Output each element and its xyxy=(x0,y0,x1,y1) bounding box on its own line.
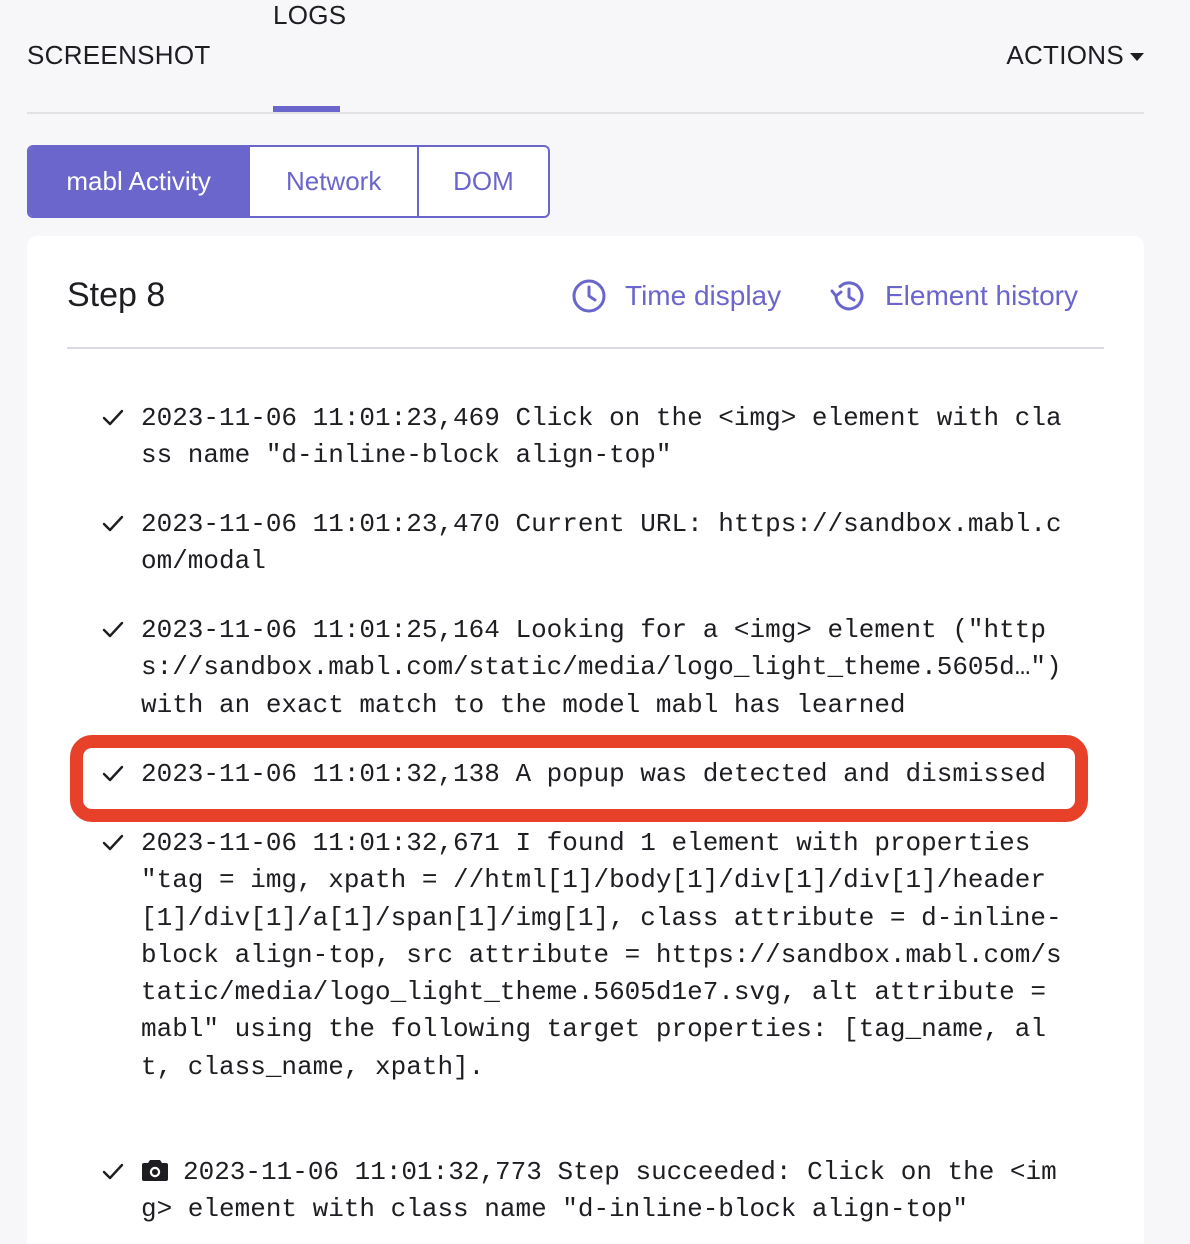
log-type-switcher: mabl Activity Network DOM xyxy=(27,145,550,218)
check-icon xyxy=(102,409,124,426)
log-entry: 2023-11-06 11:01:23,469 Click on the <im… xyxy=(101,400,1081,475)
check-icon xyxy=(102,1163,124,1180)
clock-icon xyxy=(572,279,606,313)
time-display-label: Time display xyxy=(625,280,782,311)
log-entry-text: 2023-11-06 11:01:25,164 Looking for a <i… xyxy=(141,615,1078,720)
header-divider xyxy=(67,347,1104,349)
log-entry: 2023-11-06 11:01:23,470 Current URL: htt… xyxy=(101,506,1081,581)
log-entry: 2023-11-06 11:01:32,671 I found 1 elemen… xyxy=(101,825,1081,1086)
log-entry-text: 2023-11-06 11:01:32,773 Step succeeded: … xyxy=(141,1157,1057,1225)
active-tab-indicator xyxy=(273,106,340,112)
segment-mabl-activity[interactable]: mabl Activity xyxy=(29,147,249,216)
log-entry-text: 2023-11-06 11:01:23,469 Click on the <im… xyxy=(141,403,1062,471)
segment-network[interactable]: Network xyxy=(248,147,417,216)
element-history-label: Element history xyxy=(885,280,1078,311)
tab-screenshot[interactable]: SCREENSHOT xyxy=(27,40,211,71)
logs-panel: SCREENSHOT LOGS ACTIONS mabl Activity Ne… xyxy=(0,0,1190,1244)
check-icon xyxy=(102,515,124,532)
log-entry-text-wrapper: 2023-11-06 11:01:32,773 Step succeeded: … xyxy=(141,1154,1066,1229)
time-display-button[interactable]: Time display xyxy=(571,278,781,314)
actions-label: ACTIONS xyxy=(1006,40,1124,70)
actions-menu-button[interactable]: ACTIONS xyxy=(1006,40,1144,71)
log-entry-text: 2023-11-06 11:01:23,470 Current URL: htt… xyxy=(141,509,1062,577)
tab-logs[interactable]: LOGS xyxy=(273,0,1190,31)
segment-dom[interactable]: DOM xyxy=(417,147,548,216)
check-icon xyxy=(102,621,124,638)
element-history-button[interactable]: Element history xyxy=(829,278,1078,314)
history-icon xyxy=(830,281,864,311)
step-title: Step 8 xyxy=(67,276,166,314)
log-entry: 2023-11-06 11:01:32,773 Step succeeded: … xyxy=(101,1154,1081,1229)
top-tab-bar: SCREENSHOT LOGS ACTIONS xyxy=(27,0,1144,114)
log-entry: 2023-11-06 11:01:25,164 Looking for a <i… xyxy=(101,612,1081,724)
step-card: Step 8 Time display Element history 2023… xyxy=(27,236,1144,1244)
check-icon xyxy=(102,834,124,851)
highlight-annotation xyxy=(70,735,1088,822)
log-entry-text: 2023-11-06 11:01:32,671 I found 1 elemen… xyxy=(141,828,1062,1082)
camera-icon[interactable] xyxy=(141,1158,169,1182)
caret-down-icon xyxy=(1130,52,1144,61)
